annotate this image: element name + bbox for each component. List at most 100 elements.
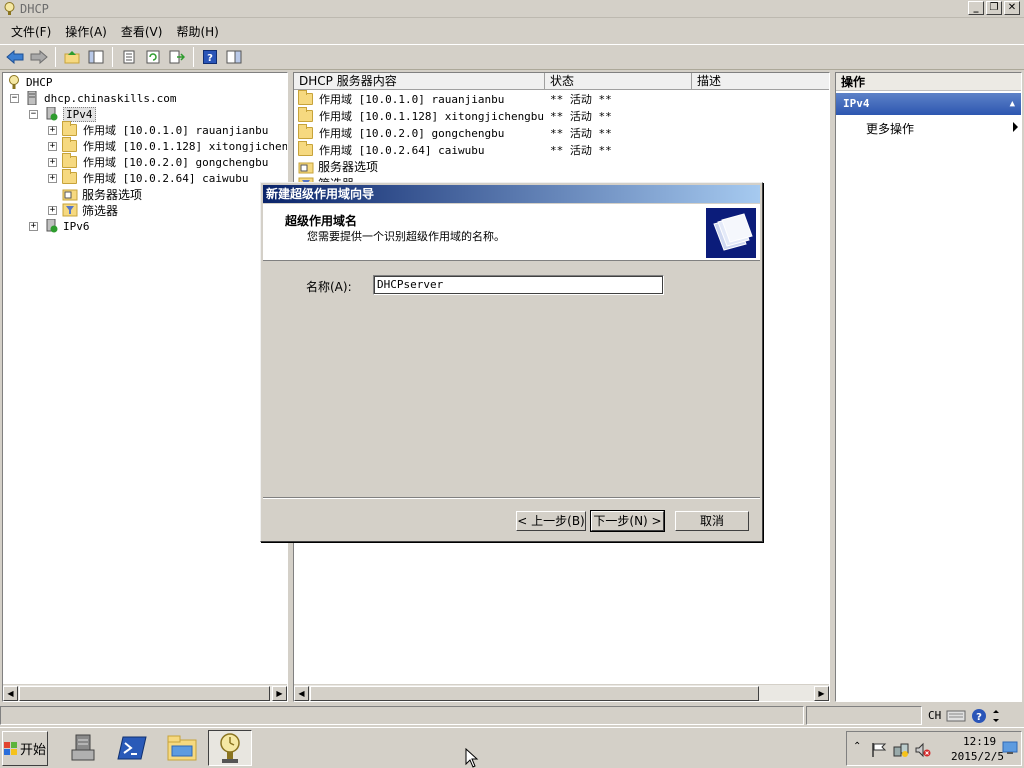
options-menu-icon[interactable] bbox=[992, 709, 1000, 723]
list-item[interactable]: 作用域 [10.0.2.0] gongchengbu ** 活动 ** bbox=[294, 123, 829, 141]
powershell-icon bbox=[117, 736, 147, 760]
windows-logo-icon bbox=[3, 741, 17, 755]
menu-action[interactable]: 操作(A) bbox=[58, 21, 114, 42]
tree-item-ipv6[interactable]: + IPv6 bbox=[29, 218, 90, 234]
back-button[interactable]: < 上一步(B) bbox=[516, 511, 586, 531]
menu-help[interactable]: 帮助(H) bbox=[169, 21, 225, 42]
folder-icon bbox=[62, 169, 77, 184]
minimize-button[interactable]: _ bbox=[968, 1, 984, 15]
mouse-cursor-icon bbox=[465, 748, 479, 768]
network-icon[interactable] bbox=[893, 742, 909, 758]
tree-item-scope[interactable]: + 作用域 [10.0.1.0] rauanjianbu bbox=[48, 121, 268, 138]
wizard-subheading: 您需要提供一个识别超级作用域的名称。 bbox=[307, 230, 505, 243]
scroll-right-button[interactable]: ▶ bbox=[814, 686, 829, 701]
expand-toggle[interactable]: + bbox=[48, 125, 57, 135]
toolbar: ? bbox=[0, 44, 1024, 70]
dhcp-taskbar-icon bbox=[220, 733, 240, 763]
next-button[interactable]: 下一步(N) > bbox=[590, 510, 665, 532]
expand-toggle[interactable]: + bbox=[48, 173, 57, 183]
help-button[interactable]: ? bbox=[199, 46, 221, 68]
expand-toggle[interactable]: + bbox=[48, 205, 57, 215]
list-item[interactable]: 作用域 [10.0.2.64] caiwubu ** 活动 ** bbox=[294, 140, 829, 158]
export-list-button[interactable] bbox=[166, 46, 188, 68]
more-actions-item[interactable]: 更多操作 bbox=[866, 120, 1018, 137]
tree-label: 服务器选项 bbox=[82, 187, 143, 202]
menu-file[interactable]: 文件(F) bbox=[4, 21, 58, 42]
taskbar-powershell[interactable] bbox=[110, 730, 154, 766]
list-item[interactable]: 作用域 [10.0.1.128] xitongjichengbu ** 活动 *… bbox=[294, 106, 829, 124]
properties-icon bbox=[123, 50, 135, 64]
tree-item-scope[interactable]: + 作用域 [10.0.1.128] xitongjichengb bbox=[48, 137, 287, 154]
tree-item-server-options[interactable]: 服务器选项 bbox=[62, 186, 142, 202]
folder-icon bbox=[62, 153, 77, 168]
console-tree[interactable]: DHCP − dhcp.chinaskills.com − IPv4 + 作用域… bbox=[2, 72, 288, 702]
expand-toggle[interactable]: + bbox=[29, 221, 38, 231]
status-bar: CH ? bbox=[0, 706, 1024, 726]
properties-button[interactable] bbox=[118, 46, 140, 68]
taskbar-server-manager[interactable] bbox=[62, 730, 106, 766]
scroll-left-button[interactable]: ◀ bbox=[294, 686, 309, 701]
superscope-name-input[interactable]: DHCPserver bbox=[373, 275, 664, 295]
superscope-folders-icon bbox=[706, 208, 756, 258]
close-button[interactable]: ✕ bbox=[1004, 1, 1020, 15]
console-tree-icon bbox=[88, 50, 104, 64]
forward-button[interactable] bbox=[28, 46, 50, 68]
list-item[interactable]: 服务器选项 bbox=[294, 158, 829, 175]
back-arrow-icon bbox=[6, 50, 24, 64]
column-header-status[interactable]: 状态 bbox=[545, 73, 692, 90]
up-level-button[interactable] bbox=[61, 46, 83, 68]
tree-item-scope[interactable]: + 作用域 [10.0.2.0] gongchengbu bbox=[48, 153, 268, 170]
folder-icon bbox=[62, 137, 77, 152]
keyboard-icon[interactable] bbox=[946, 709, 966, 723]
scroll-thumb[interactable] bbox=[19, 686, 270, 701]
tree-label: DHCP bbox=[26, 75, 53, 89]
cancel-button[interactable]: 取消 bbox=[675, 511, 749, 531]
show-hide-tree-button[interactable] bbox=[85, 46, 107, 68]
column-header-description[interactable]: 描述 bbox=[692, 73, 829, 90]
refresh-button[interactable] bbox=[142, 46, 164, 68]
scroll-left-button[interactable]: ◀ bbox=[3, 686, 18, 701]
tree-item-server[interactable]: − dhcp.chinaskills.com bbox=[10, 90, 176, 106]
column-header-contents[interactable]: DHCP 服务器内容 bbox=[294, 73, 545, 90]
collapse-toggle[interactable]: − bbox=[10, 93, 19, 103]
tree-item-ipv4[interactable]: − IPv4 bbox=[29, 106, 96, 122]
clock-date[interactable]: 2015/2/5 bbox=[951, 750, 1004, 763]
tree-label: IPv6 bbox=[63, 219, 90, 233]
back-button[interactable] bbox=[4, 46, 26, 68]
expand-toggle[interactable]: + bbox=[48, 141, 57, 151]
scroll-thumb[interactable] bbox=[310, 686, 759, 701]
taskbar-dhcp[interactable] bbox=[208, 730, 252, 766]
server-icon bbox=[27, 91, 37, 105]
help-circle-icon[interactable]: ? bbox=[971, 708, 987, 724]
tree-item-dhcp[interactable]: DHCP bbox=[6, 74, 53, 90]
folder-icon bbox=[298, 140, 313, 156]
show-desktop-icon[interactable] bbox=[1002, 741, 1018, 755]
collapse-toggle[interactable]: − bbox=[29, 109, 38, 119]
server-options-icon bbox=[298, 162, 314, 173]
restore-button[interactable]: ❐ bbox=[986, 1, 1002, 15]
submenu-arrow-icon bbox=[1013, 122, 1018, 132]
show-hidden-icons-button[interactable]: ⌃ bbox=[853, 741, 861, 752]
folder-icon bbox=[62, 121, 77, 136]
action-center-flag-icon[interactable] bbox=[871, 742, 887, 758]
dialog-title-bar[interactable]: 新建超级作用域向导 bbox=[263, 185, 760, 203]
results-horizontal-scrollbar[interactable]: ◀ ▶ bbox=[294, 684, 829, 701]
ime-language-indicator[interactable]: CH bbox=[928, 709, 941, 722]
tree-item-scope[interactable]: + 作用域 [10.0.2.64] caiwubu bbox=[48, 169, 248, 186]
list-item[interactable]: 作用域 [10.0.1.0] rauanjianbu ** 活动 ** bbox=[294, 89, 829, 107]
actions-section-ipv4[interactable]: IPv4 ▲ bbox=[836, 93, 1021, 115]
folder-icon bbox=[298, 106, 313, 122]
show-action-pane-button[interactable] bbox=[223, 46, 245, 68]
tree-item-filters[interactable]: + 筛选器 bbox=[48, 202, 118, 218]
taskbar-explorer[interactable] bbox=[160, 730, 204, 766]
expand-toggle[interactable]: + bbox=[48, 157, 57, 167]
collapse-up-icon[interactable]: ▲ bbox=[1010, 93, 1015, 115]
volume-muted-icon[interactable] bbox=[915, 742, 931, 758]
clock-time[interactable]: 12:19 bbox=[963, 735, 996, 748]
title-bar: DHCP _ ❐ ✕ bbox=[0, 0, 1024, 18]
tree-horizontal-scrollbar[interactable]: ◀ ▶ bbox=[3, 684, 287, 701]
folder-icon bbox=[298, 123, 313, 139]
menu-view[interactable]: 查看(V) bbox=[114, 21, 170, 42]
scroll-right-button[interactable]: ▶ bbox=[272, 686, 287, 701]
start-button[interactable]: 开始 bbox=[2, 731, 48, 766]
